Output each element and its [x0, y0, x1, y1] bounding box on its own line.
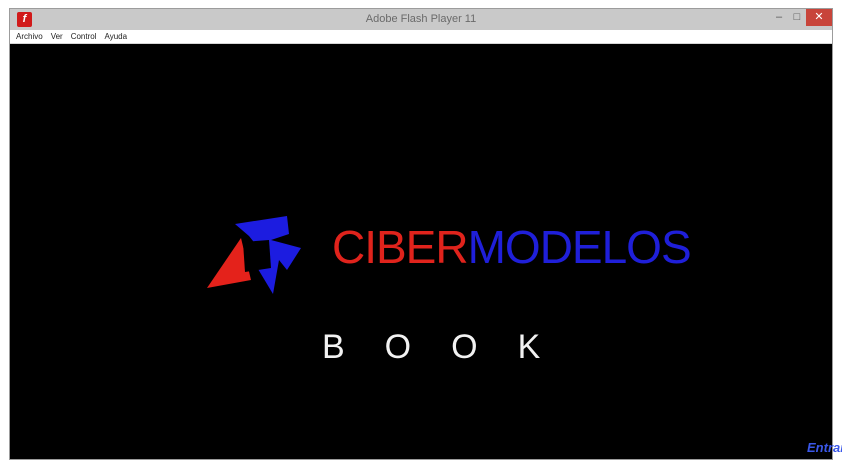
brand-modelos: MODELOS — [467, 221, 692, 273]
menu-ayuda[interactable]: Ayuda — [105, 32, 128, 41]
menu-bar: Archivo Ver Control Ayuda — [10, 30, 832, 44]
minimize-button[interactable]: – — [770, 9, 788, 26]
brand-wordmark: CIBERMODELOS — [332, 221, 692, 273]
menu-ver[interactable]: Ver — [51, 32, 63, 41]
brand-ciber: CIBER — [332, 221, 469, 273]
flash-player-window: f Adobe Flash Player 11 – □ ✕ Archivo Ve… — [9, 8, 842, 460]
enter-button[interactable]: Entrar — [807, 440, 842, 455]
window-title: Adobe Flash Player 11 — [365, 13, 477, 25]
flash-stage[interactable]: CIBERMODELOS BOOK Entrar — [10, 44, 842, 459]
menu-archivo[interactable]: Archivo — [16, 32, 43, 41]
maximize-button[interactable]: □ — [788, 9, 806, 26]
book-subtitle: BOOK — [322, 328, 581, 366]
title-bar: f Adobe Flash Player 11 – □ ✕ — [10, 9, 832, 30]
cibermodelos-logo-icon — [207, 216, 301, 294]
close-button[interactable]: ✕ — [806, 9, 832, 26]
menu-control[interactable]: Control — [71, 32, 97, 41]
window-controls: – □ ✕ — [770, 9, 832, 30]
